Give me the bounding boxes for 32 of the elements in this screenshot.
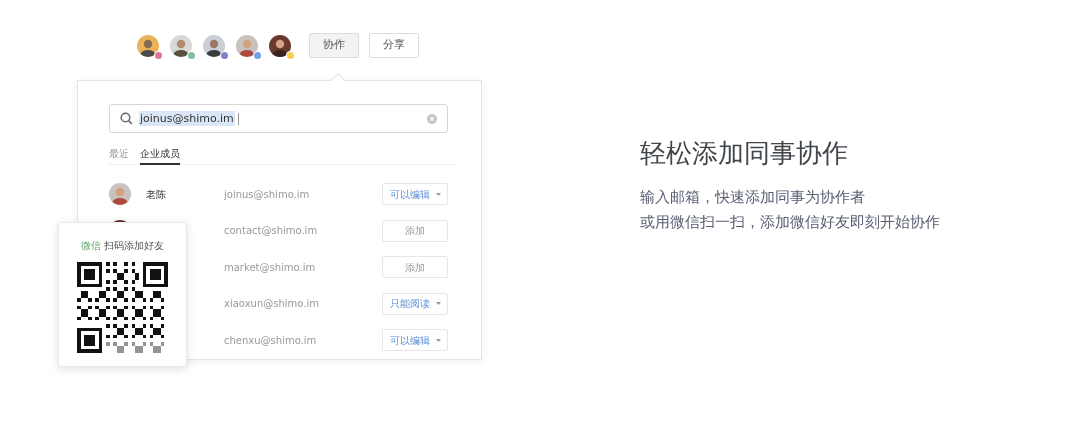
search-field[interactable]: joinus@shimo.im [109, 104, 448, 133]
avatar-icon [170, 34, 192, 57]
member-name: 老陈 [145, 187, 167, 202]
avatar-icon [137, 34, 159, 57]
feature-description: 输入邮箱，快速添加同事为协作者 [640, 187, 866, 208]
member-email: contact@shimo.im [224, 224, 318, 239]
permission-dropdown[interactable]: 只能阅读 [382, 292, 448, 315]
tab-button[interactable]: 协作 [309, 33, 359, 58]
tab-button[interactable]: 分享 [369, 33, 419, 58]
qr-caption: 微信 扫码添加好友 [80, 239, 165, 252]
avatar-icon [203, 34, 225, 57]
tab[interactable]: 企业成员 [140, 144, 180, 165]
add-button[interactable]: 添加 [382, 219, 448, 242]
member-email: joinus@shimo.im [224, 187, 310, 202]
caret-icon [435, 338, 441, 342]
caret-icon [435, 192, 441, 196]
feature-title: 轻松添加同事协作 [640, 137, 849, 170]
caret-icon [435, 302, 441, 306]
tab[interactable]: 最近 [109, 144, 129, 165]
member-email: market@shimo.im [224, 260, 316, 275]
feature-description: 或用微信扫一扫，添加微信好友即刻开始协作 [640, 212, 940, 233]
avatar-icon [269, 34, 291, 57]
member-email: chenxu@shimo.im [224, 333, 317, 348]
avatar-icon [109, 183, 131, 206]
add-button[interactable]: 添加 [382, 256, 448, 279]
search-value: joinus@shimo.im [139, 111, 235, 126]
clear-icon[interactable] [427, 113, 437, 124]
member-email: xiaoxun@shimo.im [224, 297, 319, 312]
search-icon [120, 112, 133, 125]
avatar-icon [236, 34, 258, 57]
permission-dropdown[interactable]: 可以编辑 [382, 329, 448, 352]
permission-dropdown[interactable]: 可以编辑 [382, 183, 448, 206]
